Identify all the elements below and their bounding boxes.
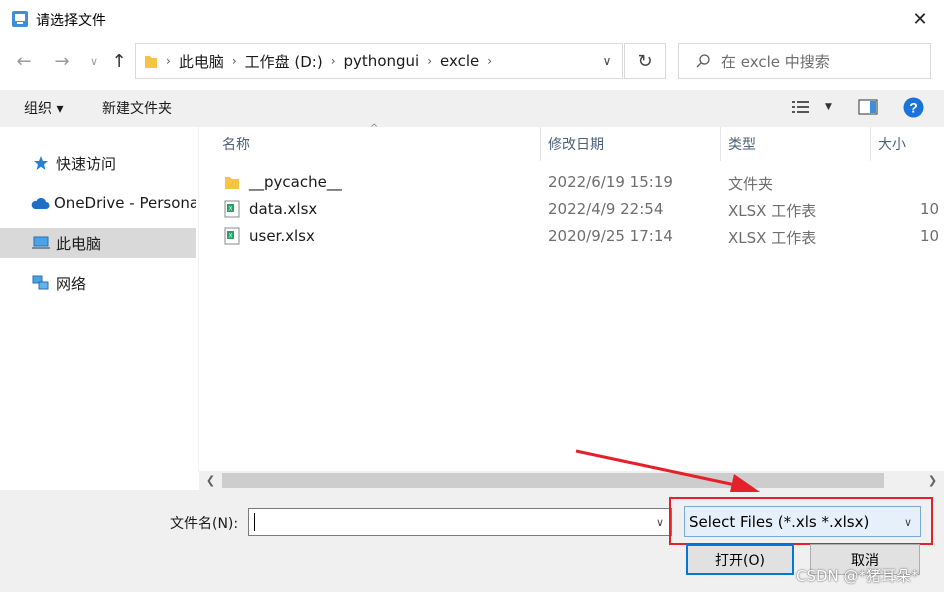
sort-ascending-icon: ^ [370, 123, 379, 134]
pane-divider[interactable] [198, 127, 199, 472]
chevron-right-icon: › [166, 54, 171, 68]
file-date: 2022/4/9 22:54 [548, 200, 664, 218]
star-icon [30, 154, 52, 172]
sidebar-item-onedrive[interactable]: OneDrive - Persona [0, 188, 196, 218]
computer-icon [30, 234, 52, 252]
text-cursor [254, 513, 255, 531]
file-name: user.xlsx [249, 227, 315, 245]
search-box[interactable]: 在 excle 中搜索 [678, 43, 931, 79]
new-folder-button[interactable]: 新建文件夹 [102, 98, 172, 118]
column-divider[interactable] [870, 127, 871, 161]
arrow-up-icon[interactable]: ↑ [107, 49, 131, 73]
open-button[interactable]: 打开(O) [686, 544, 794, 575]
column-header-date[interactable]: 修改日期 [548, 127, 604, 161]
window-title: 请选择文件 [36, 13, 106, 29]
search-placeholder: 在 excle 中搜索 [721, 52, 830, 71]
chevron-right-icon: › [330, 54, 336, 68]
breadcrumb-this-pc[interactable]: 此电脑 [179, 51, 224, 72]
breadcrumb-drive[interactable]: 工作盘 (D:) [245, 51, 323, 72]
view-options-icon[interactable]: ▼ [791, 99, 832, 115]
scroll-right-icon[interactable]: ❯ [923, 471, 942, 490]
excel-file-icon: X [224, 227, 240, 245]
column-header-name[interactable]: 名称 [222, 127, 250, 161]
file-row[interactable]: X data.xlsx 2022/4/9 22:54 XLSX 工作表 10 [220, 196, 944, 223]
file-name: data.xlsx [249, 200, 318, 218]
dialog-icon [11, 10, 29, 28]
cloud-icon [30, 194, 50, 212]
scroll-left-icon[interactable]: ❮ [201, 471, 220, 490]
column-header-size[interactable]: 大小 [878, 127, 906, 161]
svg-text:X: X [228, 207, 232, 213]
scrollbar-thumb[interactable] [222, 473, 884, 488]
file-size: 10 [920, 227, 940, 245]
annotation-arrow [575, 449, 760, 492]
breadcrumb-excle[interactable]: excle [440, 52, 479, 70]
sidebar-item-quick-access[interactable]: 快速访问 [0, 148, 196, 178]
title-bar [0, 0, 944, 38]
address-bar[interactable]: › 此电脑 › 工作盘 (D:) › pythongui › excle › [135, 43, 623, 79]
svg-text:?: ? [909, 100, 918, 116]
file-row[interactable]: __pycache__ 2022/6/19 15:19 文件夹 [220, 169, 944, 196]
breadcrumb-pythongui[interactable]: pythongui [344, 52, 420, 70]
chevron-down-icon[interactable]: ∨ [650, 510, 670, 534]
file-size: 10 [920, 200, 940, 218]
file-name: __pycache__ [249, 173, 342, 191]
help-icon[interactable]: ? [903, 97, 924, 122]
watermark: CSDN @*猪耳朵* [796, 567, 919, 585]
column-divider[interactable] [720, 127, 721, 161]
folder-icon [144, 53, 158, 69]
annotation-highlight-box [669, 497, 933, 545]
file-date: 2020/9/25 17:14 [548, 227, 673, 245]
network-icon [30, 274, 52, 292]
preview-pane-icon[interactable] [858, 99, 878, 119]
sidebar-item-label: 此电脑 [56, 234, 102, 253]
refresh-icon[interactable]: ↻ [624, 43, 666, 79]
column-divider[interactable] [540, 127, 541, 161]
svg-text:X: X [228, 234, 232, 240]
chevron-right-icon: › [231, 54, 237, 68]
chevron-right-icon: › [487, 54, 493, 68]
arrow-left-icon[interactable]: ← [12, 49, 36, 73]
excel-file-icon: X [224, 200, 240, 218]
address-dropdown-icon[interactable]: ∨ [592, 43, 622, 79]
close-icon[interactable]: ✕ [905, 4, 935, 34]
filename-input[interactable] [248, 508, 672, 536]
file-type: XLSX 工作表 [728, 229, 817, 247]
filename-label: 文件名(N): [170, 516, 239, 532]
folder-icon [224, 173, 240, 191]
arrow-right-icon[interactable]: → [50, 49, 74, 73]
file-type: XLSX 工作表 [728, 202, 817, 220]
organize-button[interactable]: 组织 ▾ [24, 98, 63, 118]
sidebar-item-label: OneDrive - Persona [54, 194, 196, 212]
file-type: 文件夹 [728, 175, 774, 193]
search-icon [695, 53, 711, 69]
file-date: 2022/6/19 15:19 [548, 173, 673, 191]
sidebar-item-network[interactable]: 网络 [0, 268, 196, 298]
column-header-type[interactable]: 类型 [728, 127, 756, 161]
sidebar-item-this-pc[interactable]: 此电脑 [0, 228, 196, 258]
chevron-right-icon: › [427, 54, 433, 68]
chevron-down-icon[interactable]: ∨ [82, 49, 106, 73]
navigation-pane [0, 127, 198, 472]
file-row[interactable]: X user.xlsx 2020/9/25 17:14 XLSX 工作表 10 [220, 223, 944, 250]
sidebar-item-label: 快速访问 [56, 154, 117, 173]
sidebar-item-label: 网络 [56, 274, 87, 293]
